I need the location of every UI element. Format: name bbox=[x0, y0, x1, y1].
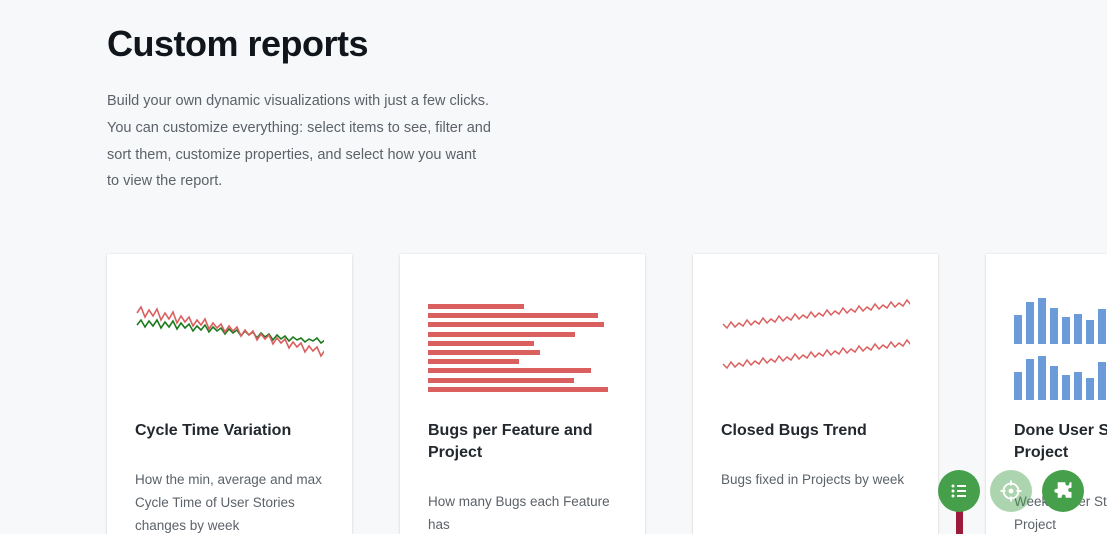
card-thumbnail-horizontal-bar-chart bbox=[428, 282, 617, 402]
bar-item bbox=[428, 368, 591, 374]
bar-item bbox=[428, 313, 599, 319]
page-subtitle: Build your own dynamic visualizations wi… bbox=[107, 93, 491, 190]
bar-item bbox=[1062, 375, 1070, 400]
bar-item bbox=[1050, 308, 1058, 344]
series-lower-line bbox=[722, 338, 910, 370]
bar-item bbox=[1062, 317, 1070, 344]
puzzle-icon bbox=[1054, 482, 1072, 498]
bar-item bbox=[1086, 377, 1094, 400]
card-description: Bugs fixed in Projects by week bbox=[721, 472, 905, 487]
series-upper-line bbox=[722, 298, 910, 330]
card-description: How many Bugs each Feature has bbox=[428, 494, 610, 532]
bar-item bbox=[428, 340, 534, 346]
report-card-closed-bugs-trend[interactable]: Closed Bugs Trend Bugs fixed in Projects… bbox=[693, 254, 938, 534]
target-icon bbox=[1000, 480, 1022, 502]
bar-item bbox=[428, 386, 608, 392]
bar-row bbox=[1014, 296, 1107, 344]
bar-item bbox=[1086, 320, 1094, 344]
closed-bugs-trend-sparkline bbox=[722, 298, 910, 370]
bar-item bbox=[428, 331, 576, 337]
card-title: Closed Bugs Trend bbox=[721, 422, 867, 439]
card-thumbnail-line-chart bbox=[721, 282, 910, 402]
bar-item bbox=[1026, 358, 1034, 400]
list-icon bbox=[951, 484, 966, 498]
report-card-cycle-time-variation[interactable]: Cycle Time Variation How the min, averag… bbox=[107, 254, 352, 534]
bar-item bbox=[428, 377, 574, 383]
puzzle-button[interactable] bbox=[1042, 470, 1084, 512]
page-header: Custom reports Build your own dynamic vi… bbox=[107, 22, 587, 195]
card-title: Done User Stories per Project bbox=[1014, 422, 1107, 461]
card-title: Bugs per Feature and Project bbox=[428, 422, 593, 461]
bar-item bbox=[428, 359, 519, 365]
series-green-line bbox=[136, 318, 324, 345]
bar-item bbox=[1038, 355, 1046, 400]
bar-item bbox=[428, 304, 525, 309]
bar-item bbox=[1098, 361, 1106, 400]
bar-item bbox=[1014, 372, 1022, 400]
cycle-time-variation-sparkline bbox=[136, 305, 324, 358]
card-title: Cycle Time Variation bbox=[135, 422, 292, 439]
card-thumbnail-line-chart bbox=[135, 282, 324, 402]
card-thumbnail-vertical-bar-chart bbox=[1014, 282, 1107, 402]
pin-stem bbox=[956, 510, 963, 534]
custom-reports-page: Custom reports Build your own dynamic vi… bbox=[0, 0, 1107, 534]
bar-item bbox=[1098, 309, 1106, 344]
bar-item bbox=[1026, 301, 1034, 344]
bar-row bbox=[1014, 352, 1107, 400]
list-button[interactable] bbox=[938, 470, 980, 512]
bar-item bbox=[428, 322, 604, 328]
page-title: Custom reports bbox=[107, 23, 369, 64]
card-description: How the min, average and max Cycle Time … bbox=[135, 472, 322, 533]
bar-item bbox=[1014, 315, 1022, 344]
bar-item bbox=[428, 349, 540, 355]
bar-item bbox=[1074, 372, 1082, 400]
target-button[interactable] bbox=[990, 470, 1032, 512]
bar-item bbox=[1050, 366, 1058, 400]
report-card-bugs-per-feature-and-project[interactable]: Bugs per Feature and Project How many Bu… bbox=[400, 254, 645, 534]
bar-item bbox=[1074, 314, 1082, 344]
bar-item bbox=[1038, 297, 1046, 344]
